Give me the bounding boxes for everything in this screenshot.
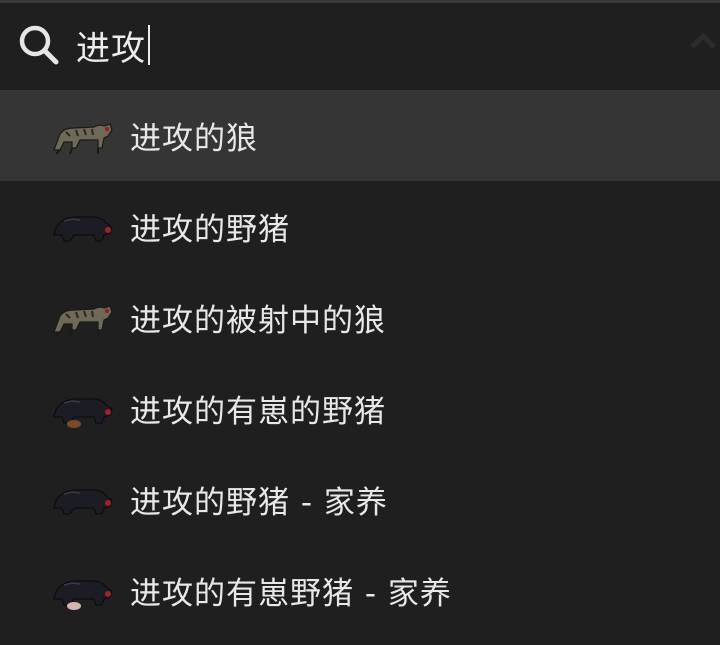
boar-with-young-icon bbox=[53, 398, 113, 428]
boar-icon bbox=[53, 216, 113, 242]
boar-icon bbox=[53, 489, 113, 515]
search-dropdown-panel: 进攻 进攻的狼 进攻的野猪 进攻的被射中的狼 进攻的有崽的野猪 进攻的野猪 - … bbox=[0, 0, 720, 645]
search-icon bbox=[19, 25, 59, 65]
search-input-value: 进攻 bbox=[76, 28, 146, 69]
result-label: 进攻的被射中的狼 bbox=[130, 303, 386, 339]
result-item[interactable]: 进攻的有崽野猪 - 家养 bbox=[0, 545, 720, 636]
result-item[interactable]: 进攻的野猪 - 家养 bbox=[0, 454, 720, 545]
result-label: 进攻的有崽的野猪 bbox=[130, 394, 386, 430]
result-label: 进攻的野猪 bbox=[130, 212, 290, 248]
result-item[interactable]: 进攻的野猪 bbox=[0, 181, 720, 272]
search-input[interactable]: 进攻 bbox=[76, 15, 150, 75]
boar-with-young-icon bbox=[53, 580, 113, 610]
result-item[interactable]: 进攻的有崽的野猪 bbox=[0, 363, 720, 454]
result-item[interactable]: 进攻的狼 bbox=[0, 90, 720, 181]
result-item[interactable]: 进攻的被射中的狼 bbox=[0, 272, 720, 363]
result-label: 进攻的有崽野猪 - 家养 bbox=[130, 576, 452, 612]
wolf-icon bbox=[53, 305, 113, 337]
result-label: 进攻的野猪 - 家养 bbox=[130, 485, 388, 521]
search-bar[interactable]: 进攻 bbox=[0, 3, 720, 90]
text-caret bbox=[148, 25, 150, 65]
wolf-icon bbox=[53, 123, 113, 155]
results-list: 进攻的狼 进攻的野猪 进攻的被射中的狼 进攻的有崽的野猪 进攻的野猪 - 家养 … bbox=[0, 90, 720, 636]
chevron-up-icon[interactable] bbox=[688, 27, 718, 53]
result-label: 进攻的狼 bbox=[130, 121, 258, 157]
